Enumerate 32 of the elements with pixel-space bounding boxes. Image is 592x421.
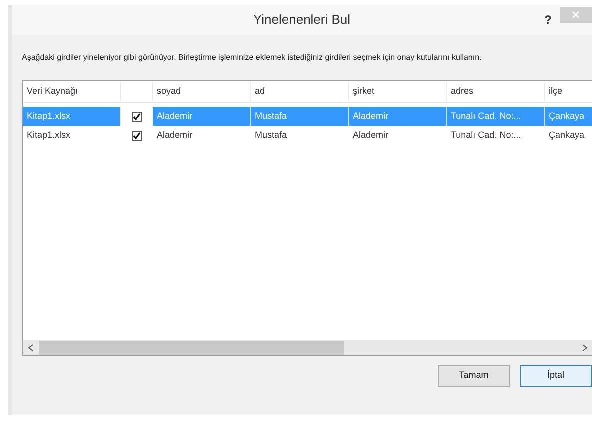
- scrollbar-thumb[interactable]: [39, 340, 344, 354]
- table-cell-text: Mustafa: [254, 128, 288, 142]
- column-header[interactable]: soyad: [153, 81, 251, 102]
- table-cell-text: Çankaya: [548, 128, 586, 142]
- checkbox[interactable]: [132, 130, 142, 140]
- table-cell: Alademir: [153, 107, 250, 126]
- column-header[interactable]: ilçe: [545, 81, 592, 102]
- close-icon: [572, 11, 580, 19]
- column-header[interactable]: Veri Kaynağı: [23, 81, 121, 102]
- column-header[interactable]: şirket: [349, 81, 447, 102]
- column-header[interactable]: adres: [447, 81, 545, 102]
- instructions-text: Aşağdaki girdiler yineleniyor gibi görünüyor. Birleştirme işleminize eklemek istediğiniz girdileri seçmek için onay kutularını kullanın.: [22, 53, 483, 63]
- table-cell: Çankaya: [545, 107, 592, 126]
- check-icon: [133, 112, 141, 120]
- checkbox[interactable]: [132, 112, 142, 122]
- table-cell: Tunalı Cad. No:...: [447, 107, 544, 126]
- table-cell-text: Kitap1.xlsx: [26, 128, 72, 142]
- table-cell: Alademir: [349, 107, 446, 126]
- table-cell: Kitap1.xlsx: [23, 107, 120, 126]
- horizontal-scrollbar[interactable]: [23, 340, 592, 355]
- scroll-left-icon[interactable]: [28, 344, 34, 352]
- window-title: Yinelenenleri Bul: [253, 11, 351, 30]
- table-cell-text: Tunalı Cad. No:...: [450, 128, 522, 142]
- dialog-button[interactable]: İptal: [520, 365, 592, 387]
- table-cell-text: Alademir: [156, 128, 194, 142]
- check-icon: [133, 132, 141, 140]
- scroll-right-icon[interactable]: [582, 344, 588, 352]
- table-cell: Mustafa: [251, 107, 348, 126]
- table-cell-text: Alademir: [352, 128, 390, 142]
- help-button[interactable]: ?: [544, 11, 552, 29]
- column-header[interactable]: ad: [251, 81, 349, 102]
- dialog-button[interactable]: Tamam: [438, 365, 510, 387]
